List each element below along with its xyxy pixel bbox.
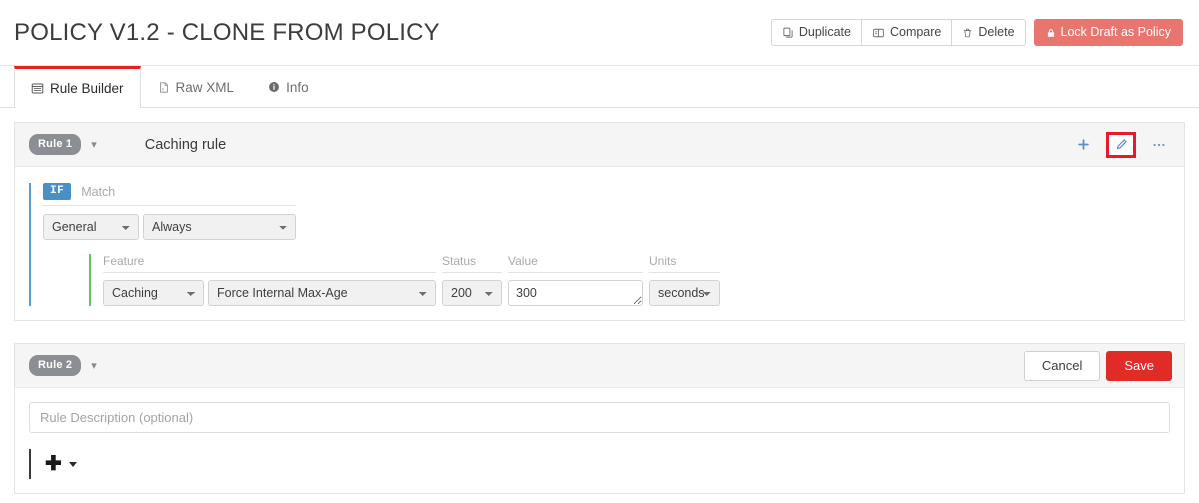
- ellipsis-icon[interactable]: [1146, 133, 1172, 157]
- value-input[interactable]: 300: [508, 280, 643, 306]
- lock-icon: [1046, 27, 1056, 39]
- page-header: POLICY V1.2 - CLONE FROM POLICY Duplicat…: [0, 0, 1199, 66]
- tab-info[interactable]: Info: [251, 66, 326, 107]
- value-field: Value 300: [508, 254, 643, 306]
- plus-icon[interactable]: ✚: [45, 454, 62, 474]
- tab-raw-xml[interactable]: x Raw XML: [141, 66, 252, 107]
- value-label: Value: [508, 254, 643, 273]
- feature-selects: Caching Force Internal Max-Age: [103, 280, 436, 306]
- units-field: Units seconds: [649, 254, 720, 306]
- compare-button[interactable]: Compare: [861, 19, 953, 46]
- duplicate-button[interactable]: Duplicate: [770, 19, 862, 46]
- rule-1-header-icons: [1070, 131, 1172, 158]
- copy-icon: [782, 27, 794, 39]
- match-type-select[interactable]: General: [43, 214, 139, 240]
- rule-builder-icon: [31, 82, 44, 95]
- lock-draft-as-policy-label: Lock Draft as Policy: [1060, 25, 1171, 40]
- plus-icon[interactable]: [1070, 133, 1096, 157]
- feature-category-select[interactable]: Caching: [103, 280, 204, 306]
- rule-card-2: Rule 2 ▾ Cancel Save ✚: [14, 343, 1185, 494]
- delete-button[interactable]: Delete: [952, 19, 1026, 46]
- trash-icon: [962, 27, 973, 39]
- rule-description-input[interactable]: [29, 402, 1170, 433]
- tab-info-label: Info: [286, 79, 309, 95]
- tab-raw-xml-label: Raw XML: [175, 79, 235, 95]
- match-group-label: Match: [81, 184, 116, 199]
- match-group: IF Match General Always Feature Caching …: [29, 183, 1170, 306]
- status-field: Status 200: [442, 254, 502, 306]
- page-title: POLICY V1.2 - CLONE FROM POLICY: [14, 18, 440, 46]
- rule-1-title: Caching rule: [144, 136, 227, 153]
- rule-2-collapse-toggle[interactable]: ▾: [91, 359, 97, 372]
- cancel-button[interactable]: Cancel: [1023, 350, 1101, 381]
- save-button[interactable]: Save: [1106, 350, 1172, 381]
- duplicate-button-label: Duplicate: [798, 25, 851, 40]
- status-select[interactable]: 200: [442, 280, 502, 306]
- units-select[interactable]: seconds: [649, 280, 720, 306]
- main-content: Rule 1 ▾ Caching rule IF Match General A…: [0, 108, 1199, 503]
- rule-1-collapse-toggle[interactable]: ▾: [91, 138, 97, 151]
- rule-2-badge: Rule 2: [29, 355, 82, 376]
- header-button-group: Duplicate Compare Delete: [770, 19, 1026, 46]
- rule-1-body: IF Match General Always Feature Caching …: [15, 167, 1184, 320]
- feature-name-select[interactable]: Force Internal Max-Age: [208, 280, 436, 306]
- if-badge: IF: [43, 183, 72, 200]
- rule-2-header: Rule 2 ▾ Cancel Save: [15, 344, 1184, 388]
- rule-1-header: Rule 1 ▾ Caching rule: [15, 123, 1184, 167]
- feature-fields: Feature Caching Force Internal Max-Age S…: [103, 254, 1170, 306]
- tab-bar: Rule Builder x Raw XML Info: [0, 66, 1199, 108]
- tab-rule-builder[interactable]: Rule Builder: [14, 66, 141, 108]
- rule-2-description-wrap: [15, 388, 1184, 433]
- svg-text:x: x: [161, 86, 164, 91]
- units-label: Units: [649, 254, 720, 273]
- rule-1-badge: Rule 1: [29, 134, 82, 155]
- header-actions: Duplicate Compare Delete Lock Draft as P…: [770, 19, 1183, 46]
- feature-group: Feature Caching Force Internal Max-Age S…: [89, 254, 1170, 306]
- lock-draft-as-policy-button[interactable]: Lock Draft as Policy: [1033, 19, 1183, 46]
- compare-icon: [872, 27, 885, 39]
- delete-button-label: Delete: [978, 25, 1015, 40]
- tab-rule-builder-label: Rule Builder: [50, 81, 124, 96]
- feature-label: Feature: [103, 254, 436, 273]
- rule-2-add-bar: ✚: [29, 449, 1170, 479]
- xml-file-icon: x: [158, 81, 170, 94]
- rule-card-1: Rule 1 ▾ Caching rule IF Match General A…: [14, 122, 1185, 321]
- rule-2-actions: Cancel Save: [1023, 350, 1172, 381]
- feature-field: Feature Caching Force Internal Max-Age: [103, 254, 436, 306]
- pencil-icon[interactable]: [1106, 131, 1136, 158]
- match-condition-select[interactable]: Always: [143, 214, 296, 240]
- match-row: General Always: [43, 214, 1170, 240]
- match-group-header: IF Match: [43, 183, 296, 206]
- info-icon: [268, 81, 280, 93]
- status-label: Status: [442, 254, 502, 273]
- caret-down-icon[interactable]: [68, 461, 77, 467]
- compare-button-label: Compare: [889, 25, 942, 40]
